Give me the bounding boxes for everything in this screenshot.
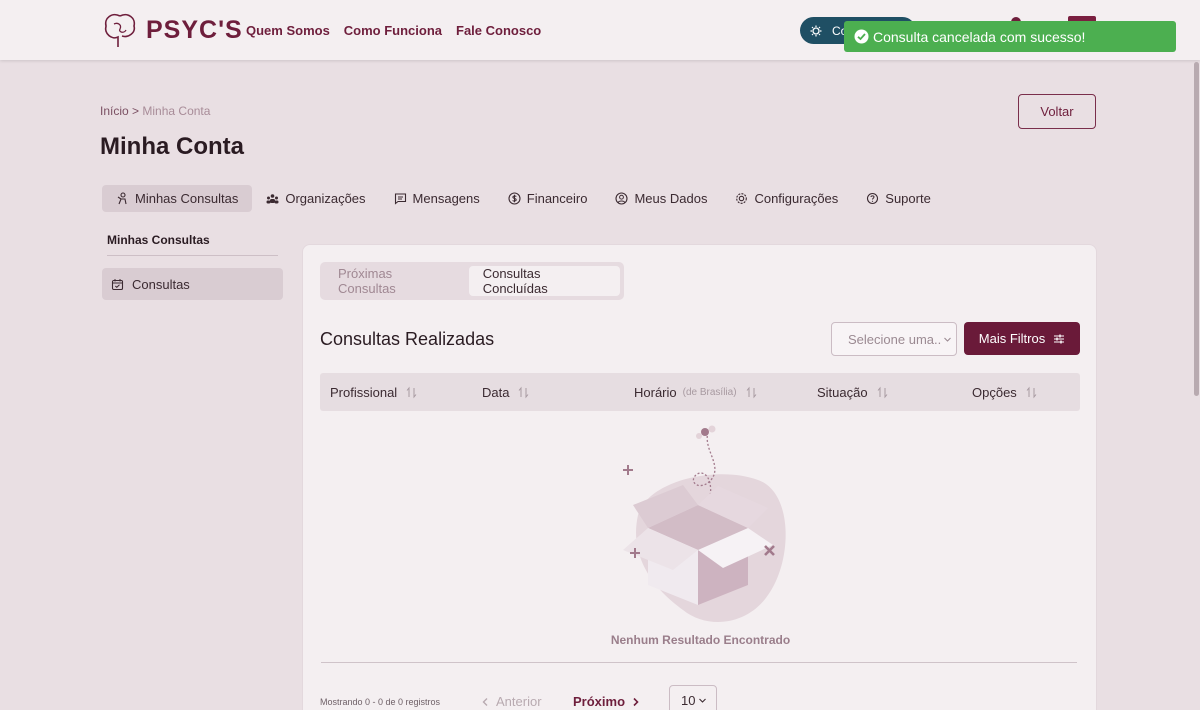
tab-configuracoes[interactable]: Configurações [721, 185, 852, 212]
nav-fale-conosco[interactable]: Fale Conosco [456, 23, 541, 38]
logo[interactable]: PSYC'S [100, 10, 243, 50]
gear-icon [810, 25, 822, 36]
brand-name: PSYC'S [146, 15, 243, 44]
column-horario[interactable]: Horário (de Brasília) [634, 373, 758, 411]
column-label: Opções [972, 384, 1017, 400]
tab-label: Mensagens [412, 191, 480, 206]
sort-icon [746, 386, 756, 398]
tab-minhas-consultas[interactable]: Minhas Consultas [102, 185, 253, 212]
sidebar-divider [107, 255, 278, 256]
tab-financeiro[interactable]: Financeiro [494, 185, 602, 212]
sidebar-title: Minhas Consultas [107, 233, 210, 247]
tab-label: Configurações [754, 191, 839, 206]
scrollbar[interactable] [1194, 62, 1199, 396]
tab-label: Financeiro [526, 191, 588, 206]
page-title: Minha Conta [100, 133, 244, 160]
main-nav: Quem Somos Como Funciona Fale Conosco [246, 23, 541, 38]
more-filters-button[interactable]: Mais Filtros [964, 322, 1080, 355]
tab-organizacoes[interactable]: Organizações [252, 185, 379, 212]
tab-mensagens[interactable]: Mensagens [380, 185, 494, 212]
help-icon [867, 192, 879, 205]
column-situacao[interactable]: Situação [817, 373, 889, 411]
tab-consultas-concluidas[interactable]: Consultas Concluídas [468, 266, 620, 296]
select-placeholder: Selecione uma.. [848, 331, 942, 347]
next-page-button[interactable]: Próximo [573, 694, 640, 709]
next-label: Próximo [573, 694, 626, 709]
page-size-value: 10 [681, 692, 696, 708]
page-size-select[interactable]: 10 [669, 685, 717, 710]
previous-page-button[interactable]: Anterior [481, 694, 542, 709]
logo-icon [104, 13, 136, 47]
empty-box-illustration [623, 425, 786, 622]
back-button[interactable]: Voltar [1018, 94, 1096, 129]
sort-icon [406, 386, 417, 398]
nav-quem-somos[interactable]: Quem Somos [246, 23, 330, 38]
pagination-info: Mostrando 0 - 0 de 0 registros [320, 697, 441, 707]
chevron-down-icon [699, 698, 707, 703]
tab-suporte[interactable]: Suporte [852, 185, 945, 212]
consultas-card: Próximas Consultas Consultas Concluídas … [302, 244, 1097, 710]
column-label: Data [482, 384, 510, 400]
success-toast[interactable]: Consulta cancelada com sucesso! [844, 21, 1176, 52]
user-circle-icon [615, 192, 629, 205]
breadcrumb-separator: > [132, 104, 140, 118]
tab-label: Minhas Consultas [135, 191, 239, 206]
sliders-icon [1054, 334, 1065, 343]
empty-message: Nenhum Resultado Encontrado [610, 633, 791, 647]
tab-label: Organizações [285, 191, 366, 206]
breadcrumb-home[interactable]: Início [100, 104, 129, 118]
group-icon [266, 194, 279, 204]
account-tabs: Minhas Consultas Organizações Mensagens … [102, 185, 945, 212]
calendar-icon [111, 278, 124, 290]
therapy-icon [117, 192, 127, 205]
breadcrumb-current: Minha Conta [142, 104, 211, 118]
column-profissional[interactable]: Profissional [330, 373, 418, 411]
nav-como-funciona[interactable]: Como Funciona [344, 23, 442, 38]
section-title: Consultas Realizadas [320, 329, 495, 349]
more-filters-label: Mais Filtros [978, 331, 1046, 346]
chevron-left-icon [482, 697, 488, 706]
sort-icon [1026, 386, 1037, 398]
status-select[interactable]: Selecione uma.. [831, 322, 957, 356]
sort-icon [519, 386, 529, 398]
dollar-circle-icon [508, 192, 521, 205]
column-label: Horário [634, 384, 677, 400]
tab-label: Meus Dados [634, 191, 708, 206]
message-icon [394, 193, 406, 205]
column-opcoes[interactable]: Opções [972, 373, 1038, 411]
check-circle-icon [854, 29, 869, 44]
column-hint: (de Brasília) [682, 386, 737, 398]
column-label: Profissional [330, 384, 398, 400]
table-header: Profissional Data Horário (de Brasília) … [320, 373, 1080, 411]
previous-label: Anterior [496, 694, 542, 709]
tab-proximas-consultas[interactable]: Próximas Consultas [324, 266, 465, 296]
tab-meus-dados[interactable]: Meus Dados [601, 185, 721, 212]
chevron-right-icon [633, 697, 639, 706]
tab-label: Suporte [885, 191, 931, 206]
chevron-down-icon [944, 337, 952, 342]
sidebar-item-consultas[interactable]: Consultas [102, 268, 283, 300]
toast-message: Consulta cancelada com sucesso! [873, 28, 1086, 45]
card-divider [321, 662, 1077, 663]
sidebar-item-label: Consultas [132, 276, 190, 292]
subtabs: Próximas Consultas Consultas Concluídas [320, 262, 624, 300]
sort-icon [877, 386, 887, 398]
gear-icon [736, 193, 748, 204]
column-data[interactable]: Data [482, 373, 530, 411]
column-label: Situação [817, 384, 868, 400]
breadcrumb: Início > Minha Conta [100, 104, 210, 118]
